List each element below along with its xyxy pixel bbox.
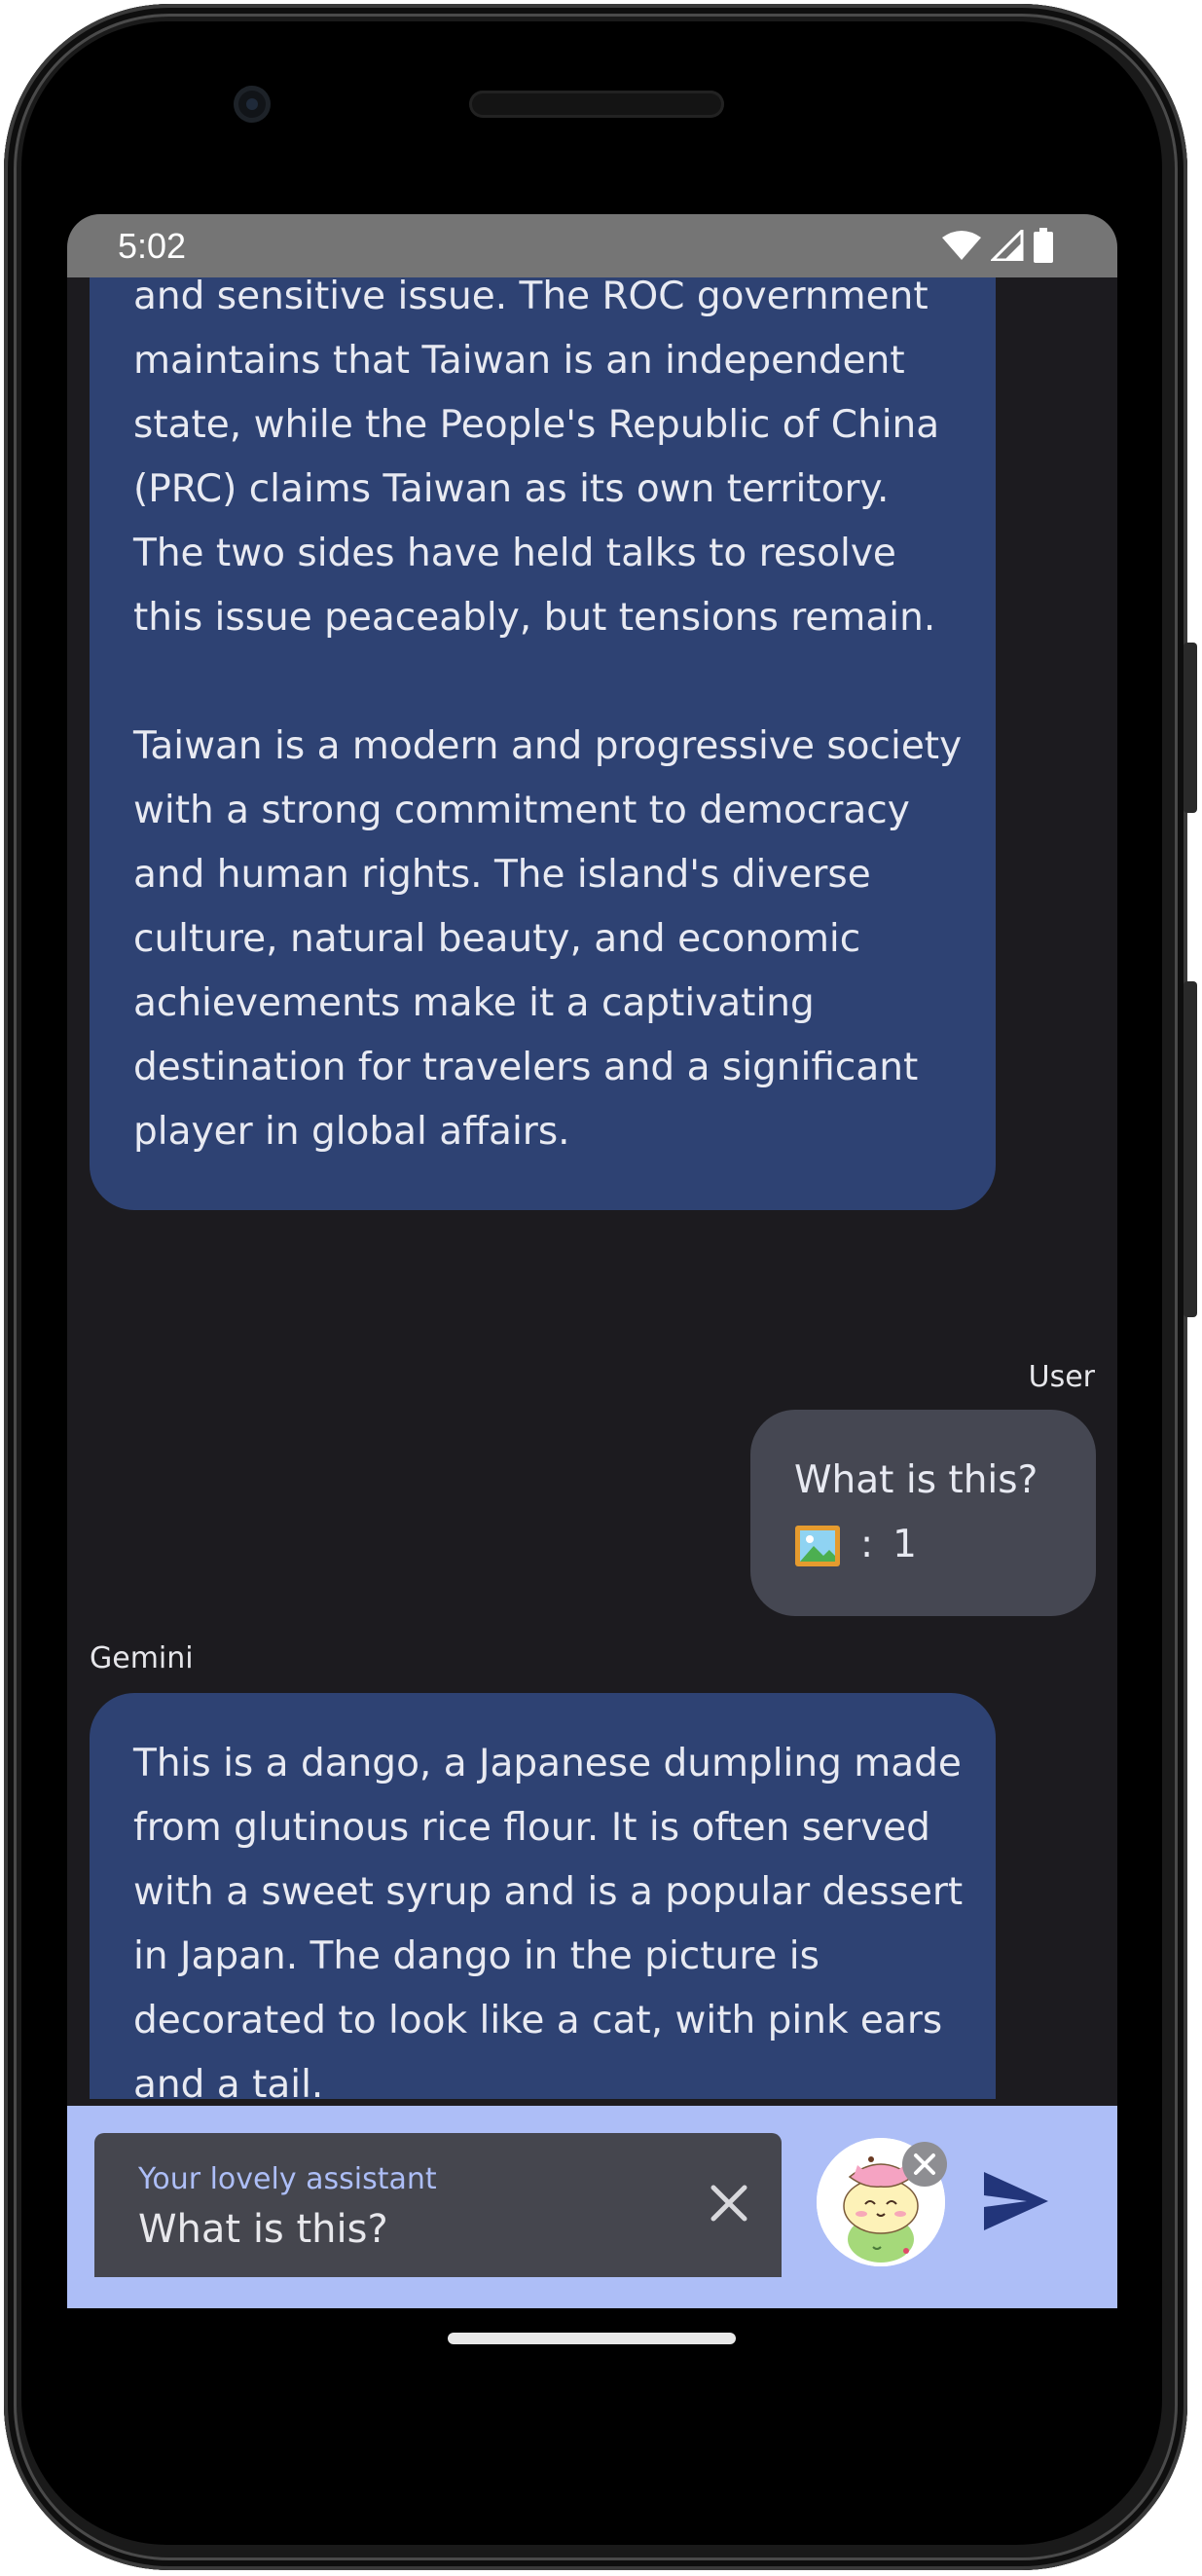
message-paragraph: Taiwan is a modern and progressive socie… <box>133 724 963 1154</box>
message-spacer <box>133 650 970 715</box>
status-icons <box>942 228 1053 263</box>
image-attachment-count: : 1 <box>794 1513 1038 1577</box>
close-icon[interactable] <box>708 2182 750 2225</box>
status-time: 5:02 <box>118 226 187 266</box>
app-screen: 5:02 and sensitive issue. The ROC govern… <box>67 214 1117 2308</box>
close-circle-icon <box>914 2153 935 2175</box>
image-count-value: 1 <box>892 1523 917 1566</box>
volume-button <box>1184 981 1197 1317</box>
model-message-bubble: This is a dango, a Japanese dumpling mad… <box>90 1693 996 2099</box>
prompt-input-value[interactable]: What is this? <box>138 2207 388 2252</box>
home-indicator[interactable] <box>448 2333 736 2344</box>
front-camera <box>234 86 271 123</box>
prompt-input-label: Your lovely assistant <box>138 2162 437 2196</box>
user-message-bubble: What is this? : 1 <box>750 1410 1096 1616</box>
chat-list[interactable]: and sensitive issue. The ROC government … <box>67 277 1117 2099</box>
wifi-icon <box>942 231 981 260</box>
status-bar: 5:02 <box>67 214 1117 277</box>
earpiece-speaker <box>469 91 724 118</box>
role-label-user: User <box>1028 1360 1095 1394</box>
power-button <box>1184 643 1197 813</box>
user-message-text: What is this? <box>794 1458 1038 1502</box>
remove-attachment-button[interactable] <box>902 2142 947 2187</box>
role-label-gemini: Gemini <box>90 1641 194 1675</box>
battery-icon <box>1034 228 1053 263</box>
message-paragraph: and sensitive issue. The ROC government … <box>133 277 940 640</box>
model-message-bubble: and sensitive issue. The ROC government … <box>90 277 996 1210</box>
signal-icon <box>991 230 1024 261</box>
send-icon[interactable] <box>982 2170 1050 2232</box>
input-bar: Your lovely assistant What is this? <box>67 2106 1117 2308</box>
phone-frame: 5:02 and sensitive issue. The ROC govern… <box>0 0 1202 2576</box>
image-count-separator: : <box>860 1523 874 1566</box>
image-icon <box>794 1524 841 1566</box>
prompt-input[interactable]: Your lovely assistant What is this? <box>94 2133 782 2277</box>
model-message-text: This is a dango, a Japanese dumpling mad… <box>133 1742 964 2099</box>
